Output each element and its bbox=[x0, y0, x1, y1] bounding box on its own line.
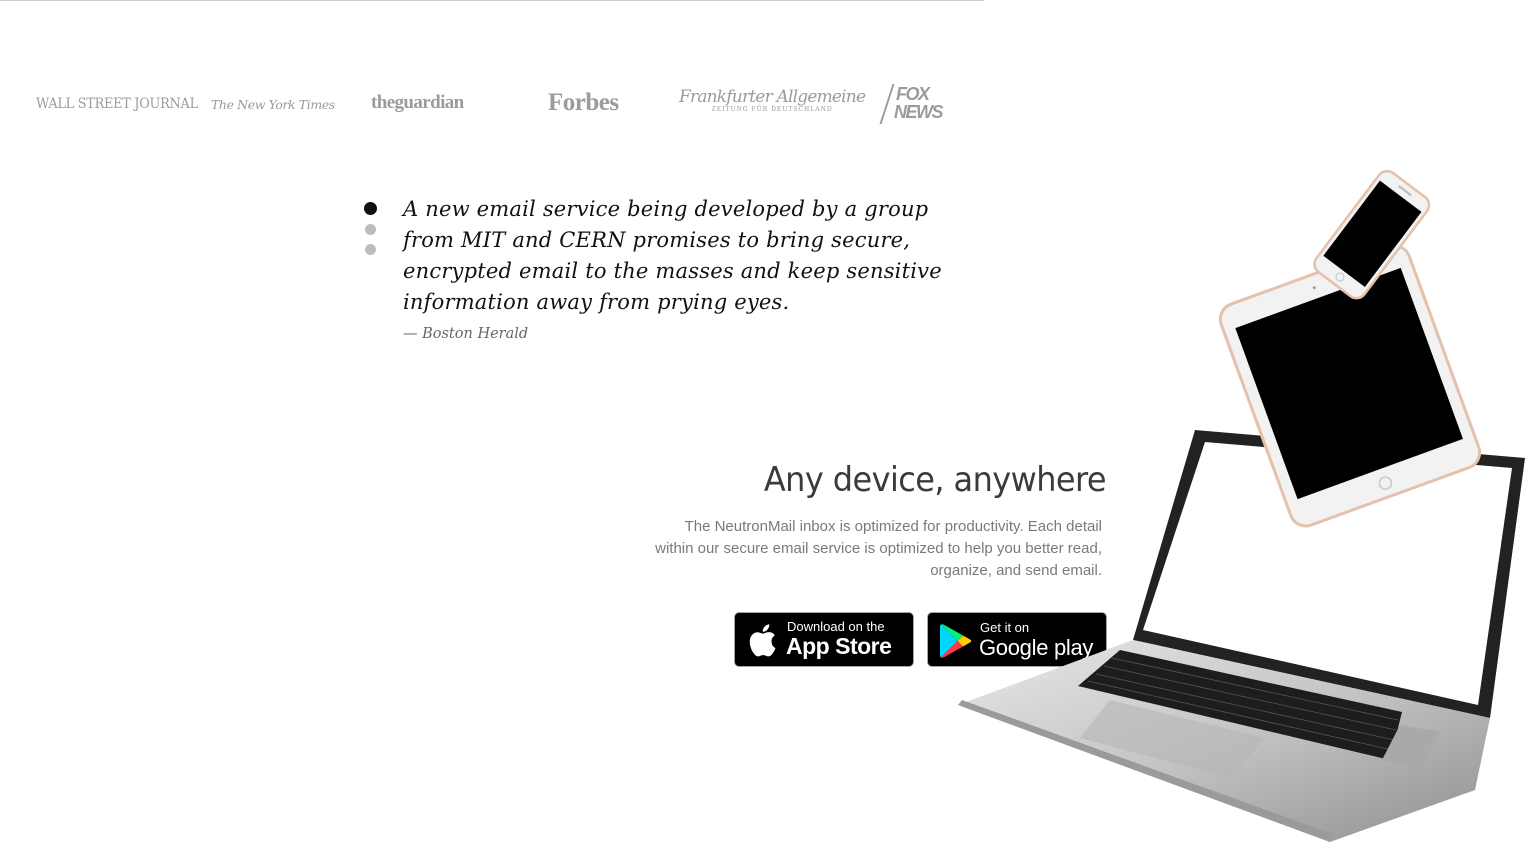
apple-icon bbox=[749, 624, 776, 657]
wsj-logo: WALL STREET JOURNAL bbox=[36, 96, 198, 112]
carousel-dot-3[interactable] bbox=[365, 244, 376, 255]
guardian-logo: theguardian bbox=[371, 92, 464, 113]
testimonial-quote: A new email service being developed by a… bbox=[403, 197, 942, 314]
carousel-dots bbox=[364, 202, 378, 264]
faz-logo-name: Frankfurter Allgemeine bbox=[679, 87, 866, 107]
faz-logo-sub: ZEITUNG FÜR DEUTSCHLAND bbox=[711, 106, 833, 113]
nyt-logo: The New York Times bbox=[211, 97, 335, 112]
devices-illustration bbox=[958, 170, 1525, 842]
carousel-dot-1[interactable] bbox=[364, 202, 377, 215]
testimonial-source: — Boston Herald bbox=[403, 326, 529, 342]
app-store-button[interactable]: Download on the App Store bbox=[734, 612, 914, 667]
faz-logo: Frankfurter Allgemeine ZEITUNG FÜR DEUTS… bbox=[679, 87, 866, 113]
fox-logo-line2: NEWS bbox=[894, 102, 944, 122]
carousel-dot-2[interactable] bbox=[365, 224, 376, 235]
forbes-logo: Forbes bbox=[548, 89, 619, 116]
fox-news-logo: FOX NEWS bbox=[879, 82, 944, 124]
press-logos: WALL STREET JOURNAL The New York Times t… bbox=[0, 78, 980, 128]
app-store-small-label: Download on the bbox=[787, 619, 885, 634]
top-divider bbox=[0, 0, 984, 1]
app-store-big-label: App Store bbox=[786, 633, 892, 659]
